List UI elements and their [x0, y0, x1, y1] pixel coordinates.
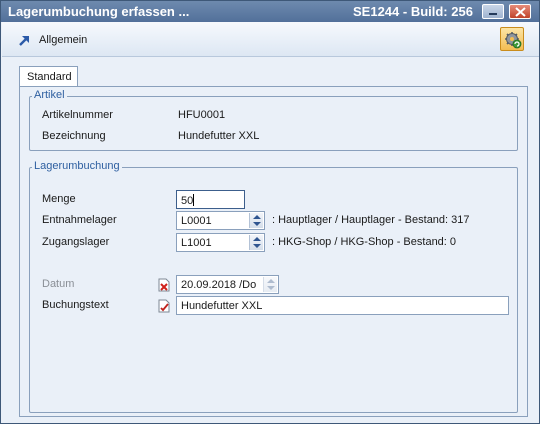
tab-standard-label: Standard	[27, 71, 72, 83]
window-title: Lagerumbuchung erfassen ...	[8, 4, 190, 19]
entnahmelager-input[interactable]: L0001	[176, 211, 265, 230]
menge-label: Menge	[42, 193, 76, 205]
settings-button[interactable]	[500, 27, 524, 51]
edit-text-icon[interactable]	[157, 299, 171, 313]
clear-date-icon[interactable]	[157, 278, 171, 292]
datum-value: 20.09.2018 /Do	[181, 279, 257, 291]
spin-arrows-icon	[253, 215, 261, 226]
general-label: Allgemein	[39, 34, 88, 46]
arrow-up-right-icon	[19, 36, 29, 46]
text-caret	[193, 194, 195, 206]
datum-input[interactable]: 20.09.2018 /Do	[176, 275, 279, 294]
buchungstext-input[interactable]: Hundefutter XXL	[176, 296, 509, 315]
artikelnummer-label: Artikelnummer	[42, 109, 113, 121]
menge-value: 50	[181, 195, 194, 207]
spin-arrows-icon	[253, 237, 261, 248]
entnahmelager-value: L0001	[181, 215, 212, 227]
entnahmelager-label: Entnahmelager	[42, 214, 117, 226]
close-button[interactable]	[509, 4, 531, 19]
zugangslager-label: Zugangslager	[42, 236, 110, 248]
build-info: SE1244 - Build: 256	[353, 4, 473, 19]
toolbar: Allgemein	[2, 22, 539, 57]
bezeichnung-label: Bezeichnung	[42, 130, 106, 142]
artikel-legend: Artikel	[32, 89, 67, 101]
artikel-group: Artikel Artikelnummer HFU0001 Bezeichnun…	[29, 89, 518, 151]
datum-label: Datum	[42, 278, 75, 290]
close-icon	[515, 7, 526, 17]
tab-content: Artikel Artikelnummer HFU0001 Bezeichnun…	[19, 86, 528, 417]
zugangslager-spinner[interactable]	[249, 235, 263, 250]
datum-spinner[interactable]	[263, 277, 277, 292]
buchungstext-value: Hundefutter XXL	[181, 300, 263, 312]
menge-input[interactable]: 50	[176, 190, 245, 209]
zugangslager-input[interactable]: L1001	[176, 233, 265, 252]
lagerumbuchung-group: Lagerumbuchung Menge 50 Entnahmelager L0…	[29, 160, 518, 413]
gear-refresh-icon	[505, 32, 522, 49]
entnahmelager-spinner[interactable]	[249, 213, 263, 228]
buchungstext-label: Buchungstext	[42, 299, 109, 311]
entnahmelager-info: : Hauptlager / Hauptlager - Bestand: 317	[272, 214, 470, 226]
artikelnummer-value: HFU0001	[178, 109, 226, 121]
zugangslager-info: : HKG-Shop / HKG-Shop - Bestand: 0	[272, 236, 457, 248]
zugangslager-value: L1001	[181, 237, 212, 249]
tab-standard[interactable]: Standard	[19, 66, 78, 87]
minimize-icon	[489, 13, 497, 15]
lagerumbuchung-legend: Lagerumbuchung	[32, 160, 122, 172]
bezeichnung-value: Hundefutter XXL	[178, 130, 260, 142]
dialog-window: Lagerumbuchung erfassen ... SE1244 - Bui…	[0, 0, 540, 424]
title-bar[interactable]: Lagerumbuchung erfassen ... SE1244 - Bui…	[1, 1, 539, 22]
minimize-button[interactable]	[482, 4, 504, 19]
spin-arrows-icon	[267, 279, 275, 290]
